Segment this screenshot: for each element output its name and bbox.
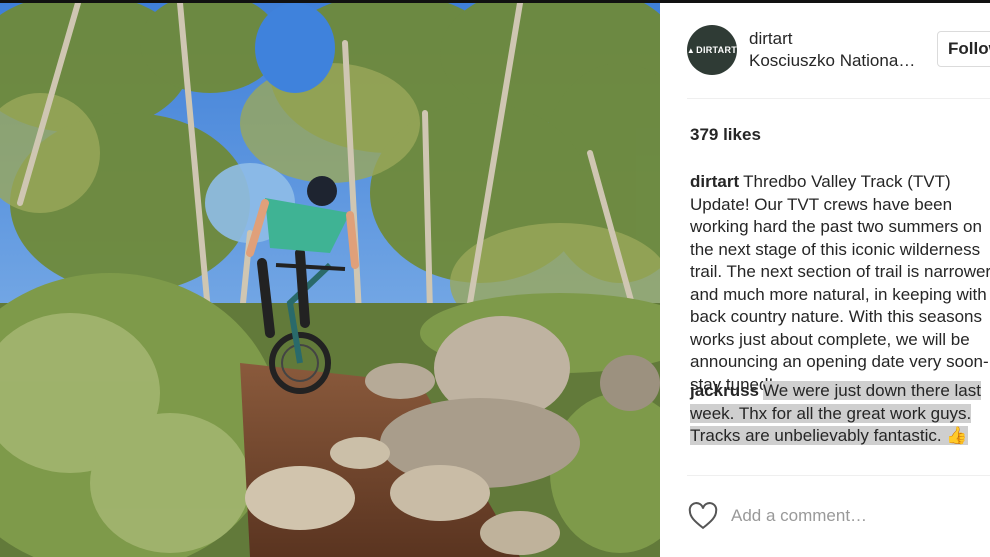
comment-username[interactable]: jackruss — [690, 381, 759, 400]
post-details-panel: ▲ DIRTART dirtart Kosciuszko National Pa… — [660, 3, 990, 557]
post-caption: dirtart Thredbo Valley Track (TVT) Update… — [690, 171, 990, 396]
comment-item: jackruss We were just down there last wee… — [690, 380, 990, 448]
caption-username[interactable]: dirtart — [690, 172, 739, 191]
caption-text: Thredbo Valley Track (TVT) Update! Our T… — [690, 172, 990, 394]
divider — [687, 98, 990, 99]
add-comment-input[interactable] — [731, 506, 971, 526]
mountain-icon: ▲ — [686, 45, 696, 55]
post-username[interactable]: dirtart — [749, 29, 792, 49]
heart-outline-icon[interactable] — [688, 502, 718, 530]
avatar-logo-text: DIRTART — [696, 45, 738, 55]
mountain-bike-photo — [0, 3, 660, 557]
follow-button[interactable]: Follow — [937, 31, 990, 67]
divider — [687, 475, 990, 476]
post-photo[interactable] — [0, 3, 660, 557]
likes-count[interactable]: 379 likes — [690, 125, 761, 145]
post-location[interactable]: Kosciuszko National Park — [749, 51, 919, 71]
avatar[interactable]: ▲ DIRTART — [687, 25, 737, 75]
